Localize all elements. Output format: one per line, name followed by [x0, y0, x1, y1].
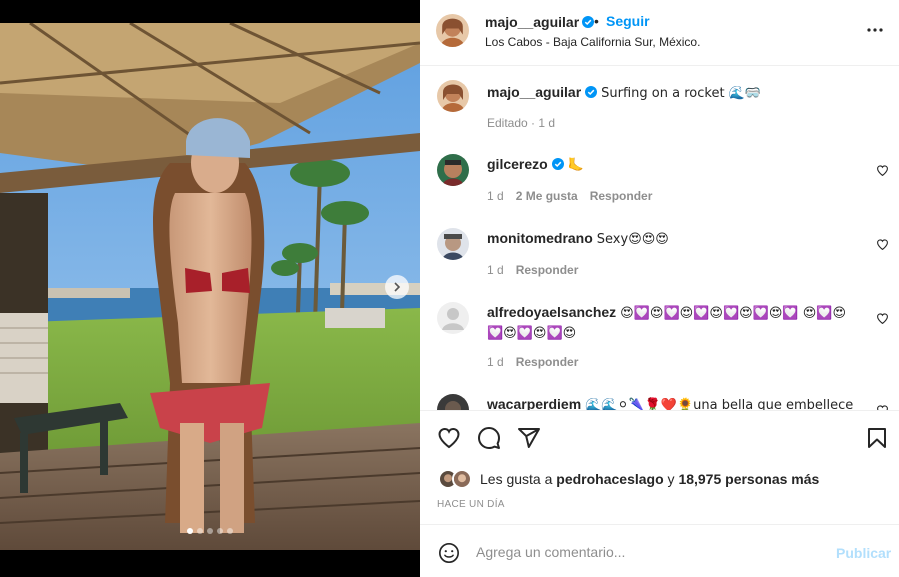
post-timestamp[interactable]: HACE UN DÍA: [437, 499, 505, 510]
comment-meta: 1 d 2 Me gusta Responder: [487, 189, 664, 203]
publish-button[interactable]: Publicar: [836, 545, 891, 561]
comment-time: 1 d: [487, 355, 504, 369]
heart-icon[interactable]: [876, 238, 889, 251]
comment-time: 1 d: [487, 189, 504, 203]
chevron-right-icon: [394, 282, 401, 292]
more-options-icon[interactable]: [865, 20, 885, 40]
instagram-post-modal: majo__aguilar • Seguir Los Cabos - Baja …: [0, 0, 899, 577]
verified-icon: [582, 16, 595, 28]
author-avatar[interactable]: [436, 14, 469, 47]
comment-username[interactable]: monitomedrano: [487, 230, 593, 246]
commenter-avatar[interactable]: [437, 228, 469, 260]
share-icon[interactable]: [517, 426, 541, 450]
comments-list[interactable]: majo__aguilar Surfing on a rocket 🌊🥽 Edit…: [420, 66, 899, 410]
comment-text: monitomedrano Sexy😍😍😍: [487, 229, 857, 249]
emoji-icon[interactable]: [438, 542, 460, 564]
media-pane: [0, 0, 420, 577]
comment-input[interactable]: [476, 541, 816, 563]
likes-summary[interactable]: Les gusta a pedrohaceslago y 18,975 pers…: [438, 468, 888, 490]
comment-text: wacarperdiem 🌊🌊⚪🌂🌹❤️🌻una bella que embell…: [487, 395, 857, 410]
comment-body: Sexy😍😍😍: [596, 232, 669, 247]
heart-icon[interactable]: [437, 426, 461, 450]
comment-icon[interactable]: [477, 426, 501, 450]
comment-body: 🌊🌊⚪🌂🌹❤️🌻una bella que embellece el: [585, 398, 857, 410]
likes-prefix: Les gusta a: [480, 471, 557, 487]
commenter-avatar[interactable]: [437, 154, 469, 186]
post-header: majo__aguilar • Seguir Los Cabos - Baja …: [420, 0, 899, 66]
post-photo: [0, 23, 420, 550]
comment-item: alfredoyaelsanchez 😍💟😍💟😍💟😍💟😍💟😍💟 😍💟😍💟😍💟😍💟😍…: [420, 302, 899, 378]
author-username[interactable]: majo__aguilar: [485, 14, 595, 30]
carousel-dot: [197, 528, 203, 534]
comment-item: monitomedrano Sexy😍😍😍 1 d Responder: [420, 228, 899, 286]
comment-item: gilcerezo 🦶 1 d 2 Me gusta Responder: [420, 154, 899, 212]
carousel-dot: [217, 528, 223, 534]
carousel-indicator: [0, 528, 420, 534]
liker-avatar: [452, 469, 472, 489]
reply-button[interactable]: Responder: [516, 263, 579, 277]
comment-username[interactable]: gilcerezo: [487, 156, 548, 172]
comment-body: 🦶: [567, 158, 584, 173]
likers-avatars: [438, 468, 474, 490]
caption-username[interactable]: majo__aguilar: [487, 84, 581, 100]
comment-time: 1 d: [487, 263, 504, 277]
verified-icon: [551, 158, 564, 170]
comment-text: gilcerezo 🦶: [487, 155, 857, 175]
caption-meta: Editado · 1 d: [487, 116, 556, 130]
carousel-dot: [227, 528, 233, 534]
verified-icon: [585, 86, 598, 98]
post-location[interactable]: Los Cabos - Baja California Sur, México.: [485, 35, 700, 49]
next-image-button[interactable]: [385, 275, 409, 299]
comment-meta: 1 d Responder: [487, 263, 590, 277]
likes-count[interactable]: 18,975 personas más: [678, 471, 819, 487]
author-avatar[interactable]: [437, 80, 469, 112]
caption-body: Surfing on a rocket 🌊🥽: [601, 86, 762, 101]
likes-middle: y: [663, 471, 679, 487]
carousel-dot: [187, 528, 193, 534]
post-side-panel: majo__aguilar • Seguir Los Cabos - Baja …: [420, 0, 899, 577]
add-comment-bar: Publicar: [420, 524, 899, 577]
post-actions: Les gusta a pedrohaceslago y 18,975 pers…: [420, 410, 899, 524]
caption-text: majo__aguilar Surfing on a rocket 🌊🥽: [487, 83, 857, 103]
comment-item: wacarperdiem 🌊🌊⚪🌂🌹❤️🌻una bella que embell…: [420, 394, 899, 410]
heart-icon[interactable]: [876, 164, 889, 177]
reply-button[interactable]: Responder: [516, 355, 579, 369]
likes-text[interactable]: Les gusta a pedrohaceslago y 18,975 pers…: [480, 471, 819, 487]
commenter-avatar[interactable]: [437, 394, 469, 410]
comment-meta: 1 d Responder: [487, 355, 590, 369]
comment-likes-count[interactable]: 2 Me gusta: [516, 189, 578, 203]
comment-username[interactable]: alfredoyaelsanchez: [487, 304, 616, 320]
comment-username[interactable]: wacarperdiem: [487, 396, 581, 410]
bookmark-icon[interactable]: [865, 426, 889, 450]
follow-button[interactable]: Seguir: [606, 13, 650, 29]
separator-bullet: •: [594, 13, 599, 29]
heart-icon[interactable]: [876, 312, 889, 325]
commenter-avatar[interactable]: [437, 302, 469, 334]
author-username-text[interactable]: majo__aguilar: [485, 14, 579, 30]
likes-user[interactable]: pedrohaceslago: [556, 471, 663, 487]
carousel-dot: [207, 528, 213, 534]
caption-item: majo__aguilar Surfing on a rocket 🌊🥽 Edit…: [420, 80, 899, 140]
reply-button[interactable]: Responder: [590, 189, 653, 203]
comment-text: alfredoyaelsanchez 😍💟😍💟😍💟😍💟😍💟😍💟 😍💟😍💟😍💟😍💟😍: [487, 303, 857, 343]
